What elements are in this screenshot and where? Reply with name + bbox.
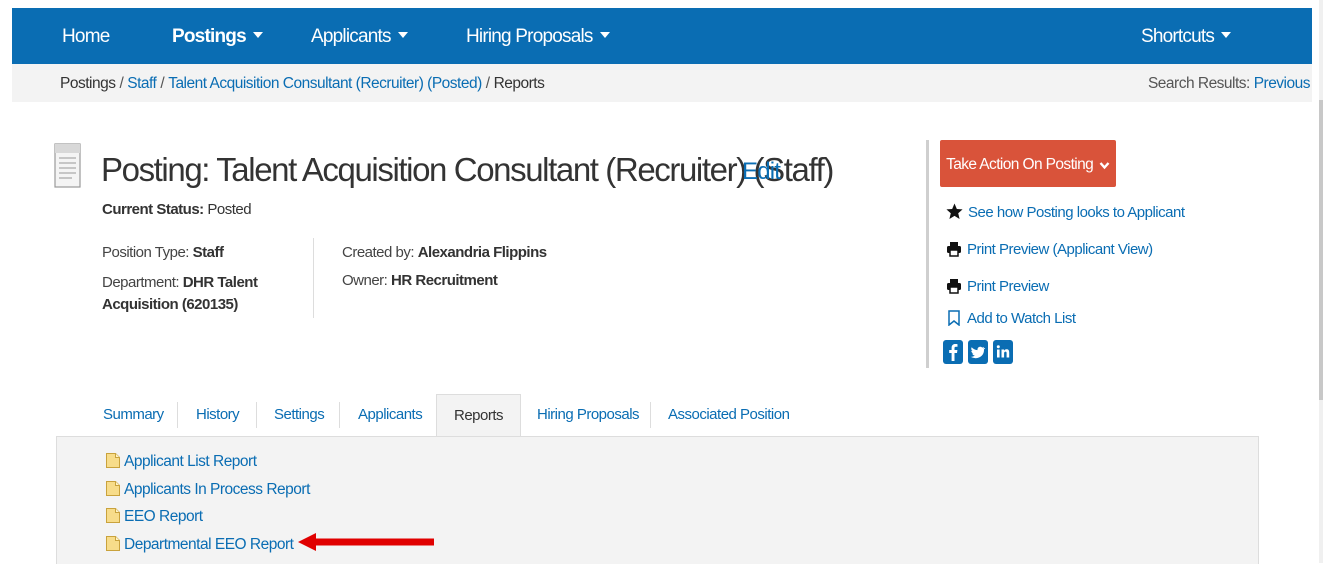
note-icon xyxy=(106,453,120,468)
tab-bar: Summary History Settings Applicants Repo… xyxy=(85,394,865,438)
report-departmental-eeo[interactable]: Departmental EEO Report xyxy=(106,535,294,555)
note-icon xyxy=(106,481,120,496)
breadcrumb-postings: Postings xyxy=(60,75,116,92)
department: Department: DHR Talent xyxy=(102,272,258,294)
take-action-button[interactable]: Take Action On Posting xyxy=(940,140,1116,187)
bookmark-icon xyxy=(948,310,960,326)
twitter-icon[interactable] xyxy=(968,340,988,364)
report-label: Applicant List Report xyxy=(124,453,257,470)
tab-summary[interactable]: Summary xyxy=(103,394,164,436)
caret-down-icon xyxy=(599,31,610,38)
tab-history[interactable]: History xyxy=(196,394,240,436)
scrollbar-thumb[interactable] xyxy=(1319,100,1323,400)
nav-home[interactable]: Home xyxy=(62,8,110,64)
add-to-watch-list-label: Add to Watch List xyxy=(967,310,1076,327)
breadcrumb: Postings / Staff / Talent Acquisition Consul… xyxy=(60,64,545,104)
breadcrumb-bar: Postings / Staff / Talent Acquisition Consul… xyxy=(12,64,1312,102)
see-how-posting-link[interactable]: See how Posting looks to Applicant xyxy=(946,203,1185,223)
nav-hiring-proposals[interactable]: Hiring Proposals xyxy=(466,8,610,64)
nav-shortcuts-label: Shortcuts xyxy=(1141,26,1215,47)
document-icon xyxy=(54,143,81,188)
nav-postings-label: Postings xyxy=(172,26,247,47)
created-by: Created by: Alexandria Flippins xyxy=(342,242,547,264)
tab-separator xyxy=(177,402,178,428)
add-to-watch-list-link[interactable]: Add to Watch List xyxy=(946,309,1076,329)
breadcrumb-staff-link[interactable]: Staff xyxy=(127,75,157,92)
print-preview-applicant-link[interactable]: Print Preview (Applicant View) xyxy=(946,240,1153,260)
breadcrumb-separator: / xyxy=(119,75,124,92)
printer-icon xyxy=(947,242,961,257)
take-action-label: Take Action On Posting xyxy=(946,156,1094,173)
tab-separator xyxy=(650,402,651,428)
position-type: Position Type: Staff xyxy=(102,242,224,264)
nav-hiring-proposals-label: Hiring Proposals xyxy=(466,26,593,47)
owner-label: Owner: xyxy=(342,272,388,289)
facebook-icon[interactable] xyxy=(943,340,963,364)
report-label: Applicants In Process Report xyxy=(124,481,310,498)
see-how-posting-label: See how Posting looks to Applicant xyxy=(968,204,1185,221)
page-title: Posting: Talent Acquisition Consultant (… xyxy=(101,151,834,188)
department-value-continued: Acquisition (620135) xyxy=(102,296,238,313)
report-applicants-in-process[interactable]: Applicants In Process Report xyxy=(106,480,310,500)
nav-home-label: Home xyxy=(62,26,110,47)
print-preview-applicant-label: Print Preview (Applicant View) xyxy=(967,241,1153,258)
status-value: Posted xyxy=(207,201,252,218)
breadcrumb-posting-link[interactable]: Talent Acquisition Consultant (Recruiter… xyxy=(168,75,482,92)
tab-applicants[interactable]: Applicants xyxy=(358,394,423,436)
search-results-previous-link[interactable]: Previous xyxy=(1254,75,1311,92)
department-continued: Acquisition (620135) xyxy=(102,294,238,316)
nav-shortcuts[interactable]: Shortcuts xyxy=(1141,8,1232,64)
owner-value: HR Recruitment xyxy=(391,272,498,289)
breadcrumb-reports: Reports xyxy=(493,75,545,92)
chevron-down-icon xyxy=(1099,162,1110,170)
nav-applicants[interactable]: Applicants xyxy=(311,8,408,64)
tab-hiring-proposals[interactable]: Hiring Proposals xyxy=(537,394,640,436)
star-icon xyxy=(946,203,963,219)
tab-separator xyxy=(339,402,340,428)
printer-icon xyxy=(947,279,961,294)
sidebar-divider xyxy=(926,140,929,368)
top-navigation-bar: Home Postings Applicants Hiring Proposal… xyxy=(12,8,1312,64)
current-status: Current Status: Posted xyxy=(102,200,252,220)
report-applicant-list[interactable]: Applicant List Report xyxy=(106,452,257,472)
caret-down-icon xyxy=(252,31,263,38)
report-label: Departmental EEO Report xyxy=(124,536,294,553)
meta-divider xyxy=(313,238,314,318)
created-by-label: Created by: xyxy=(342,244,415,261)
tab-settings[interactable]: Settings xyxy=(274,394,325,436)
created-by-value: Alexandria Flippins xyxy=(417,244,547,261)
breadcrumb-separator: / xyxy=(485,75,490,92)
arrow-left-icon xyxy=(298,533,434,551)
nav-postings[interactable]: Postings xyxy=(172,8,263,64)
caret-down-icon xyxy=(397,31,408,38)
print-preview-label: Print Preview xyxy=(967,278,1049,295)
note-icon xyxy=(106,508,120,523)
department-value: DHR Talent xyxy=(182,274,258,291)
report-label: EEO Report xyxy=(124,508,203,525)
nav-applicants-label: Applicants xyxy=(311,26,391,47)
report-eeo[interactable]: EEO Report xyxy=(106,507,203,527)
tab-reports[interactable]: Reports xyxy=(436,394,521,438)
edit-link[interactable]: Edit xyxy=(742,150,781,194)
position-type-label: Position Type: xyxy=(102,244,189,261)
print-preview-link[interactable]: Print Preview xyxy=(946,277,1049,297)
note-icon xyxy=(106,536,120,551)
tab-separator xyxy=(256,402,257,428)
search-results: Search Results: Previous xyxy=(1147,64,1311,104)
owner: Owner: HR Recruitment xyxy=(342,270,498,292)
search-results-label: Search Results: xyxy=(1147,75,1250,92)
department-label: Department: xyxy=(102,274,180,291)
status-label: Current Status: xyxy=(102,201,204,218)
tab-associated-position[interactable]: Associated Position xyxy=(668,394,790,436)
position-type-value: Staff xyxy=(192,244,224,261)
linkedin-icon[interactable] xyxy=(993,340,1013,364)
caret-down-icon xyxy=(1221,31,1232,38)
breadcrumb-separator: / xyxy=(160,75,165,92)
